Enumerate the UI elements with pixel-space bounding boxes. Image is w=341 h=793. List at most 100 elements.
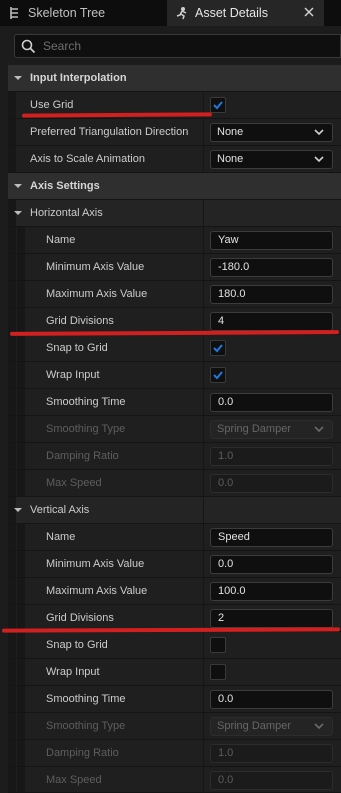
preferred-triangulation-dropdown[interactable]: None (210, 123, 333, 142)
v-max-speed-input: 0.0 (210, 771, 333, 790)
indent-guide (17, 659, 25, 685)
indent-guide (17, 335, 25, 361)
property-label: Preferred Triangulation Direction (30, 126, 189, 138)
dropdown-value: None (217, 153, 244, 165)
use-grid-checkbox[interactable] (210, 97, 226, 113)
indent-guide (8, 119, 16, 145)
close-icon[interactable] (304, 7, 314, 17)
chevron-down-icon (314, 156, 324, 163)
v-smoothing-time-input[interactable]: 0.0 (210, 690, 333, 709)
column-divider (203, 659, 204, 685)
column-divider (203, 281, 204, 307)
dropdown-value: Spring Damper (217, 423, 291, 435)
indent-guide (8, 227, 16, 253)
search-bar[interactable] (14, 34, 341, 58)
tab-skeleton-tree-label: Skeleton Tree (28, 6, 106, 20)
indent-guide (17, 632, 25, 658)
property-label: Smoothing Type (46, 720, 126, 732)
property-label: Maximum Axis Value (46, 288, 148, 300)
v-snap-checkbox[interactable] (210, 637, 226, 653)
column-divider (203, 470, 204, 496)
h-smoothing-time-input[interactable]: 0.0 (210, 393, 333, 412)
v-max-speed-row: Max Speed 0.0 (8, 767, 341, 793)
property-label: Smoothing Time (46, 396, 126, 408)
v-damping-input: 1.0 (210, 744, 333, 763)
h-snap-checkbox[interactable] (210, 340, 226, 356)
h-grid-divisions-input[interactable]: 4 (210, 312, 333, 331)
v-wrap-row: Wrap Input (8, 659, 341, 686)
v-max-input[interactable]: 100.0 (210, 582, 333, 601)
axis-to-scale-dropdown[interactable]: None (210, 150, 333, 169)
property-label: Damping Ratio (46, 747, 119, 759)
h-max-speed-input: 0.0 (210, 474, 333, 493)
indent-guide (8, 470, 16, 496)
preferred-triangulation-row: Preferred Triangulation Direction None (8, 119, 341, 146)
property-label: Minimum Axis Value (46, 261, 145, 273)
tab-asset-details-label: Asset Details (195, 6, 268, 20)
column-divider (203, 443, 204, 469)
v-max-row: Maximum Axis Value 100.0 (8, 578, 341, 605)
indent-guide (8, 524, 16, 550)
group-horizontal-axis[interactable]: Horizontal Axis (8, 200, 341, 227)
h-min-input[interactable]: -180.0 (210, 258, 333, 277)
section-input-interpolation[interactable]: Input Interpolation (8, 65, 341, 92)
column-divider (203, 497, 204, 523)
column-divider (203, 227, 204, 253)
v-snap-row: Snap to Grid (8, 632, 341, 659)
section-axis-settings[interactable]: Axis Settings (8, 173, 341, 200)
h-max-speed-row: Max Speed 0.0 (8, 470, 341, 497)
indent-guide (17, 578, 25, 604)
v-smoothing-type-row: Smoothing Type Spring Damper (8, 713, 341, 740)
v-name-row: Name Speed (8, 524, 341, 551)
tab-asset-details[interactable]: Asset Details (167, 0, 324, 26)
indent-guide (17, 389, 25, 415)
indent-guide (8, 443, 16, 469)
indent-guide (17, 227, 25, 253)
v-min-input[interactable]: 0.0 (210, 555, 333, 574)
group-vertical-axis[interactable]: Vertical Axis (8, 497, 341, 524)
indent-guide (8, 713, 16, 739)
property-label: Name (46, 531, 76, 543)
checkmark-icon (213, 371, 223, 380)
property-label: Snap to Grid (46, 342, 108, 354)
column-divider (203, 200, 204, 226)
h-name-row: Name Yaw (8, 227, 341, 254)
v-wrap-checkbox[interactable] (210, 664, 226, 680)
property-label: Name (46, 234, 76, 246)
checkmark-icon (213, 101, 223, 110)
indent-guide (8, 254, 16, 280)
v-grid-divisions-input[interactable]: 2 (210, 609, 333, 628)
search-input[interactable] (43, 37, 333, 55)
v-name-input[interactable]: Speed (210, 528, 333, 547)
h-wrap-checkbox[interactable] (210, 367, 226, 383)
asset-details-icon (175, 6, 189, 20)
column-divider (203, 524, 204, 550)
indent-guide (8, 416, 16, 442)
column-divider (203, 767, 204, 793)
chevron-down-icon (314, 426, 324, 433)
column-divider (203, 146, 204, 172)
indent-guide (17, 551, 25, 577)
h-snap-row: Snap to Grid (8, 335, 341, 362)
indent-guide (8, 335, 16, 361)
indent-guide (8, 281, 16, 307)
chevron-down-icon (14, 76, 22, 80)
property-label: Grid Divisions (46, 612, 114, 624)
indent-guide (8, 767, 16, 792)
indent-guide (8, 578, 16, 604)
column-divider (203, 551, 204, 577)
property-label: Snap to Grid (46, 639, 108, 651)
property-label: Grid Divisions (46, 315, 114, 327)
group-title: Vertical Axis (30, 504, 90, 516)
tab-skeleton-tree[interactable]: Skeleton Tree (0, 0, 165, 26)
column-divider (203, 713, 204, 739)
indent-guide (17, 362, 25, 388)
h-max-input[interactable]: 180.0 (210, 285, 333, 304)
h-name-input[interactable]: Yaw (210, 231, 333, 250)
h-max-row: Maximum Axis Value 180.0 (8, 281, 341, 308)
v-smoothing-type-dropdown: Spring Damper (210, 717, 333, 736)
indent-guide (8, 659, 16, 685)
property-label: Max Speed (46, 477, 102, 489)
column-divider (203, 335, 204, 361)
property-label: Axis to Scale Animation (30, 153, 145, 165)
